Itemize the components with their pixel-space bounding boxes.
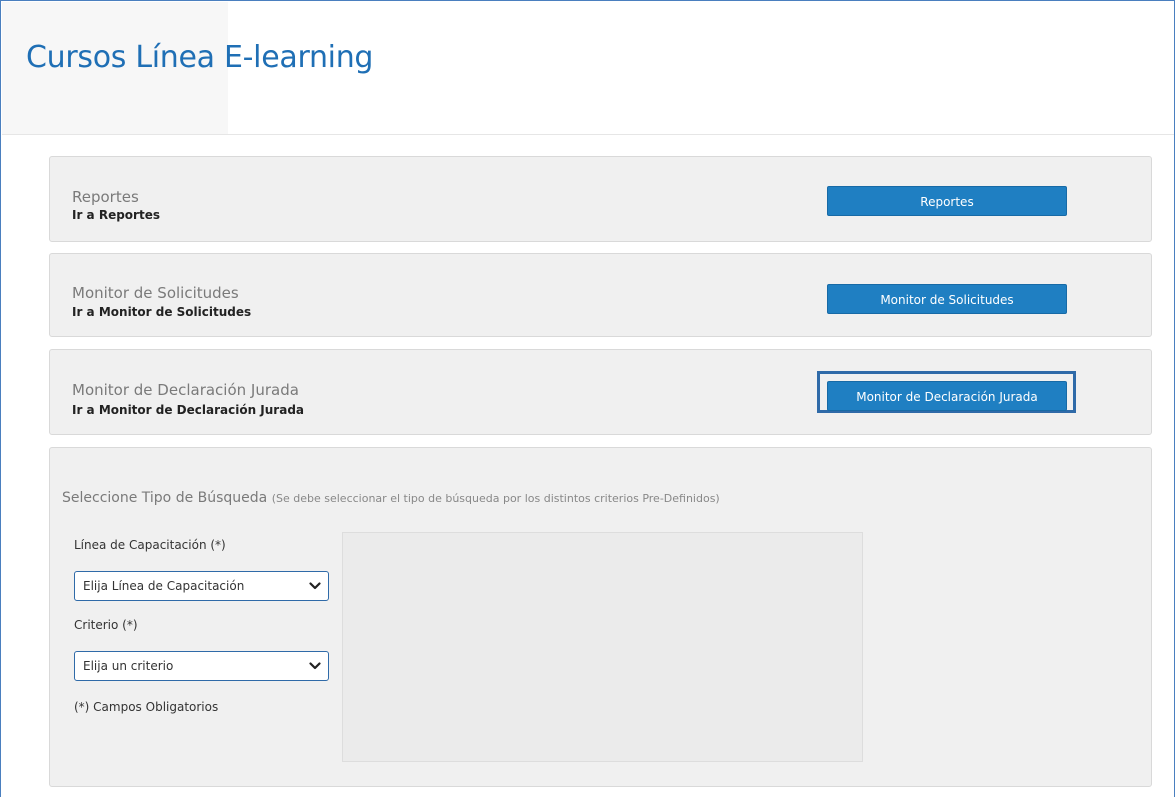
search-results-area: [342, 532, 863, 762]
linea-capacitacion-label: Línea de Capacitación (*): [74, 538, 226, 552]
panel-reportes: Reportes Ir a Reportes Reportes: [49, 156, 1152, 242]
search-panel: Seleccione Tipo de Búsqueda (Se debe sel…: [49, 447, 1152, 787]
monitor-declaracion-jurada-button[interactable]: Monitor de Declaración Jurada: [827, 381, 1067, 411]
required-fields-note: (*) Campos Obligatorios: [74, 700, 219, 714]
panel-link-monitor-declaracion-jurada[interactable]: Ir a Monitor de Declaración Jurada: [72, 403, 304, 417]
chevron-down-icon: [309, 662, 321, 670]
search-title-note: (Se debe seleccionar el tipo de búsqueda…: [271, 492, 720, 505]
criterio-label: Criterio (*): [74, 618, 138, 632]
app-frame: Cursos Línea E-learning Reportes Ir a Re…: [0, 0, 1175, 797]
search-title: Seleccione Tipo de Búsqueda (Se debe sel…: [62, 490, 720, 506]
panel-link-monitor-solicitudes[interactable]: Ir a Monitor de Solicitudes: [72, 305, 251, 319]
linea-capacitacion-value: Elija Línea de Capacitación: [83, 579, 245, 593]
panel-link-reportes[interactable]: Ir a Reportes: [72, 208, 160, 222]
linea-capacitacion-select[interactable]: Elija Línea de Capacitación: [74, 571, 329, 601]
panel-monitor-declaracion-jurada: Monitor de Declaración Jurada Ir a Monit…: [49, 349, 1152, 435]
panel-title-reportes: Reportes: [72, 188, 139, 206]
reportes-button[interactable]: Reportes: [827, 186, 1067, 216]
panel-title-monitor-solicitudes: Monitor de Solicitudes: [72, 284, 239, 302]
criterio-select[interactable]: Elija un criterio: [74, 651, 329, 681]
page-header: Cursos Línea E-learning: [2, 2, 1174, 135]
monitor-solicitudes-button[interactable]: Monitor de Solicitudes: [827, 284, 1067, 314]
chevron-down-icon: [309, 582, 321, 590]
panel-title-monitor-declaracion-jurada: Monitor de Declaración Jurada: [72, 381, 299, 399]
criterio-value: Elija un criterio: [83, 659, 174, 673]
panel-monitor-solicitudes: Monitor de Solicitudes Ir a Monitor de S…: [49, 253, 1152, 337]
search-title-text: Seleccione Tipo de Búsqueda: [62, 490, 268, 506]
page-title: Cursos Línea E-learning: [26, 40, 374, 75]
